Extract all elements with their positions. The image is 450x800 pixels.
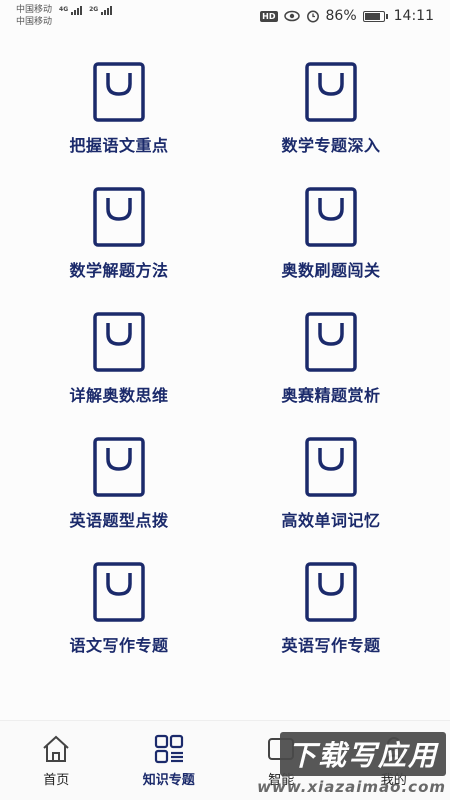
topic-tile[interactable]: 数学解题方法 (13, 187, 225, 312)
status-bar: 中国移动 4G 2G 中国移动 HD 86% 14:11 (0, 0, 450, 32)
shopping-bag-icon (93, 62, 145, 122)
carrier-name-2: 中国移动 (16, 17, 53, 27)
carrier-name-1: 中国移动 (16, 5, 53, 15)
topic-tile[interactable]: 语文写作专题 (13, 562, 225, 687)
topic-label: 英语题型点拨 (69, 511, 169, 530)
network-type-2: 2G (89, 6, 99, 13)
grid-list-icon (154, 734, 183, 764)
watermark: 下载写应用 www.xiazaimao.com (257, 732, 446, 798)
carrier-info: 中国移动 4G 2G 中国移动 (16, 4, 113, 28)
topic-tile[interactable]: 英语写作专题 (225, 562, 437, 687)
nav-label-home: 首页 (43, 773, 70, 788)
shopping-bag-icon (93, 437, 145, 497)
shopping-bag-icon (305, 187, 357, 247)
carrier-row-2: 中国移动 (16, 16, 112, 28)
home-icon (43, 735, 69, 762)
shopping-bag-icon (305, 62, 357, 122)
topic-label: 奥赛精题赏析 (281, 386, 381, 405)
topic-label: 数学专题深入 (281, 136, 381, 155)
topic-tile[interactable]: 把握语文重点 (13, 62, 225, 187)
nav-item-topics[interactable]: 知识专题 (113, 721, 226, 800)
network-type-1: 4G (59, 6, 69, 13)
topic-tile[interactable]: 数学专题深入 (225, 62, 437, 187)
watermark-title: 下载写应用 (279, 732, 446, 776)
status-right: HD 86% 14:11 (260, 8, 434, 24)
shopping-bag-icon (305, 312, 357, 372)
shopping-bag-icon (93, 562, 145, 622)
signal-bars-icon (71, 5, 83, 15)
nav-label-topics: 知识专题 (142, 773, 195, 788)
hd-badge: HD (260, 10, 278, 22)
shopping-bag-icon (305, 437, 357, 497)
app-screen: 中国移动 4G 2G 中国移动 HD 86% 14:11 把握语文重点 数学专题… (0, 0, 450, 800)
signal-bars-icon (101, 5, 113, 15)
topic-label: 语文写作专题 (69, 636, 169, 655)
topic-tile[interactable]: 高效单词记忆 (225, 437, 437, 562)
clock-time: 14:11 (393, 8, 434, 24)
topic-grid: 把握语文重点 数学专题深入 数学解题方法 奥数刷题闯关 详解奥数思维 奥赛精题赏… (0, 62, 450, 687)
topic-label: 数学解题方法 (69, 261, 169, 280)
carrier-row-1: 中国移动 4G 2G (16, 4, 113, 16)
topic-label: 英语写作专题 (281, 636, 381, 655)
alarm-clock-icon (306, 10, 319, 23)
battery-icon (362, 10, 388, 22)
watermark-url: www.xiazaimao.com (257, 778, 446, 796)
battery-percent: 86% (325, 8, 357, 24)
topic-label: 高效单词记忆 (281, 511, 381, 530)
topic-label: 奥数刷题闯关 (281, 261, 381, 280)
topic-tile[interactable]: 奥数刷题闯关 (225, 187, 437, 312)
topic-label: 详解奥数思维 (69, 386, 169, 405)
topic-tile[interactable]: 详解奥数思维 (13, 312, 225, 437)
eye-icon (283, 10, 300, 22)
shopping-bag-icon (305, 562, 357, 622)
topic-tile[interactable]: 英语题型点拨 (13, 437, 225, 562)
topic-tile[interactable]: 奥赛精题赏析 (225, 312, 437, 437)
nav-item-home[interactable]: 首页 (0, 721, 113, 800)
topic-label: 把握语文重点 (69, 136, 169, 155)
shopping-bag-icon (93, 312, 145, 372)
shopping-bag-icon (93, 187, 145, 247)
